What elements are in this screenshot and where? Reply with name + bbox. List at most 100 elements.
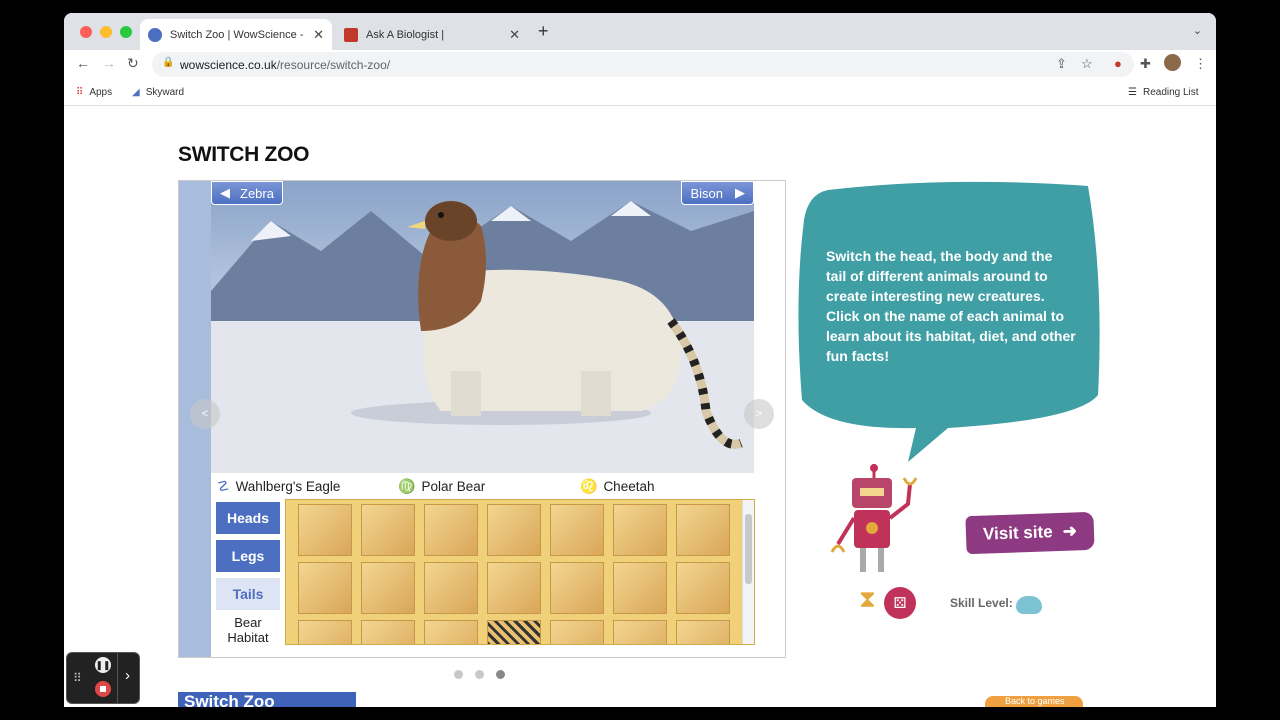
- part-thumbnail[interactable]: [424, 562, 478, 614]
- part-thumbnail[interactable]: [676, 504, 730, 556]
- back-to-games-button[interactable]: Back to games: [985, 696, 1083, 707]
- browser-toolbar: ← → ↻ 🔒 wowscience.co.uk/resource/switch…: [64, 50, 1216, 80]
- skill-level-label: Skill Level:: [950, 596, 1013, 610]
- tab-ask-a-biologist[interactable]: Ask A Biologist | ✕: [336, 19, 528, 50]
- skyward-icon: ◢: [132, 87, 140, 98]
- extension-icon[interactable]: ●: [1114, 56, 1122, 71]
- zoom-window-button[interactable]: [120, 26, 132, 38]
- reading-list-button[interactable]: ☰ Reading List: [1128, 87, 1199, 98]
- carousel-dot[interactable]: [475, 670, 484, 679]
- url-path: /resource/switch-zoo/: [276, 57, 391, 72]
- carousel-dot-active[interactable]: [496, 670, 505, 679]
- part-thumbnail[interactable]: [550, 504, 604, 556]
- close-tab-icon[interactable]: ✕: [313, 27, 324, 43]
- head-animal-link[interactable]: ☡ Wahlberg's Eagle: [217, 478, 340, 495]
- next-animal-label: Bison: [690, 185, 723, 201]
- right-triangle-icon: ▶: [735, 185, 745, 200]
- extensions-puzzle-icon[interactable]: ✚: [1140, 56, 1151, 72]
- bookmark-star-icon[interactable]: ☆: [1081, 56, 1093, 72]
- minimize-window-button[interactable]: [100, 26, 112, 38]
- legs-label: Legs: [231, 548, 265, 564]
- profile-avatar[interactable]: [1164, 54, 1181, 71]
- bookmark-label: Apps: [89, 87, 113, 98]
- close-window-button[interactable]: [80, 26, 92, 38]
- heads-category-button[interactable]: Heads: [215, 501, 281, 535]
- creature-scene: ◀ Zebra Bison ▶: [211, 181, 754, 473]
- part-thumbnail[interactable]: [487, 504, 541, 556]
- close-tab-icon[interactable]: ✕: [509, 27, 520, 43]
- switch-zoo-banner[interactable]: Switch Zoo: [178, 692, 356, 707]
- url-domain: wowscience.co.uk: [180, 57, 277, 72]
- part-thumbnail[interactable]: [676, 562, 730, 614]
- arrow-right-icon: ➜: [1062, 521, 1078, 541]
- creature-illustration: [211, 201, 754, 473]
- part-thumbnail[interactable]: [298, 562, 352, 614]
- part-thumbnail[interactable]: [613, 620, 667, 644]
- carousel-next-button[interactable]: >: [744, 399, 774, 429]
- dice-icon: ⚄: [884, 587, 916, 619]
- tails-label: Tails: [232, 586, 264, 602]
- carousel-next-label: >: [755, 408, 763, 420]
- switch-zoo-game: ◀ Zebra Bison ▶ < > ☡ Wahlberg's Eagle ♍…: [178, 180, 786, 658]
- part-thumbnail[interactable]: [424, 504, 478, 556]
- part-thumbnail[interactable]: [676, 620, 730, 644]
- part-thumbnail[interactable]: [298, 620, 352, 644]
- habitat-link[interactable]: Bear Habitat: [215, 615, 281, 645]
- lock-icon: 🔒: [162, 57, 175, 68]
- part-thumbnail[interactable]: [613, 504, 667, 556]
- drag-handle-icon[interactable]: ⠿: [73, 671, 82, 685]
- game-description: Switch the head, the body and the tail o…: [826, 248, 1076, 364]
- body-animal-link[interactable]: ♍ Polar Bear: [398, 478, 485, 495]
- part-thumbnail[interactable]: [361, 620, 415, 644]
- tab-switch-zoo[interactable]: Switch Zoo | WowScience - Sc ✕: [140, 19, 332, 50]
- visit-site-button[interactable]: Visit site ➜: [965, 511, 1095, 555]
- carousel-prev-button[interactable]: <: [190, 399, 220, 429]
- chevron-right-icon[interactable]: ›: [125, 667, 130, 684]
- bookmark-apps[interactable]: ⠿ Apps: [76, 87, 112, 98]
- part-thumbnail[interactable]: [361, 562, 415, 614]
- back-icon[interactable]: ←: [76, 55, 90, 71]
- tab-search-chevron-icon[interactable]: ⌄: [1193, 24, 1202, 37]
- parts-grid: [285, 499, 755, 645]
- pause-icon[interactable]: ❚❚: [95, 657, 111, 673]
- legs-category-button[interactable]: Legs: [215, 539, 281, 573]
- reading-list-label: Reading List: [1142, 87, 1199, 98]
- part-thumbnail[interactable]: [487, 562, 541, 614]
- part-thumbnail[interactable]: [361, 504, 415, 556]
- next-animal-button[interactable]: Bison ▶: [681, 181, 754, 205]
- tail-animal-link[interactable]: ♌ Cheetah: [580, 478, 654, 495]
- scrollbar-thumb[interactable]: [745, 514, 752, 584]
- asu-favicon-icon: [344, 27, 358, 42]
- tab-strip: Switch Zoo | WowScience - Sc ✕ Ask A Bio…: [64, 13, 1216, 50]
- creature-part-names: ☡ Wahlberg's Eagle ♍ Polar Bear ♌ Cheeta…: [211, 473, 754, 499]
- reload-icon[interactable]: ↻: [127, 55, 139, 72]
- body-glyph-icon: ♍: [398, 478, 416, 494]
- head-animal-name: Wahlberg's Eagle: [235, 479, 341, 494]
- page-content: SWITCH ZOO ◀ Zebra Bison ▶ < > ☡ Wahlber…: [64, 106, 1216, 707]
- stop-icon[interactable]: [95, 681, 111, 697]
- previous-animal-button[interactable]: ◀ Zebra: [211, 181, 283, 205]
- tail-animal-name: Cheetah: [603, 479, 655, 494]
- parts-scrollbar[interactable]: [742, 500, 754, 644]
- part-thumbnail[interactable]: [487, 620, 541, 644]
- tails-category-button[interactable]: Tails: [215, 577, 281, 611]
- previous-animal-label: Zebra: [240, 185, 274, 201]
- part-thumbnail[interactable]: [550, 562, 604, 614]
- part-thumbnail[interactable]: [613, 562, 667, 614]
- body-animal-name: Polar Bear: [421, 479, 486, 494]
- part-thumbnail[interactable]: [298, 504, 352, 556]
- part-thumbnail[interactable]: [424, 620, 478, 644]
- hourglass-icon: ⧗: [859, 586, 876, 613]
- heads-label: Heads: [226, 510, 270, 526]
- apps-grid-icon: ⠿: [76, 87, 84, 98]
- browser-window: Switch Zoo | WowScience - Sc ✕ Ask A Bio…: [64, 13, 1216, 707]
- browser-menu-icon[interactable]: ⋮: [1194, 56, 1207, 72]
- bookmark-skyward[interactable]: ◢ Skyward: [132, 87, 184, 98]
- carousel-dot[interactable]: [454, 670, 463, 679]
- share-icon[interactable]: ⇪: [1056, 56, 1067, 72]
- tab-title: Switch Zoo | WowScience - Sc: [170, 28, 308, 41]
- part-thumbnail[interactable]: [550, 620, 604, 644]
- new-tab-icon[interactable]: +: [538, 21, 549, 42]
- address-bar[interactable]: 🔒 wowscience.co.uk/resource/switch-zoo/: [152, 52, 1134, 77]
- forward-icon[interactable]: →: [102, 55, 116, 71]
